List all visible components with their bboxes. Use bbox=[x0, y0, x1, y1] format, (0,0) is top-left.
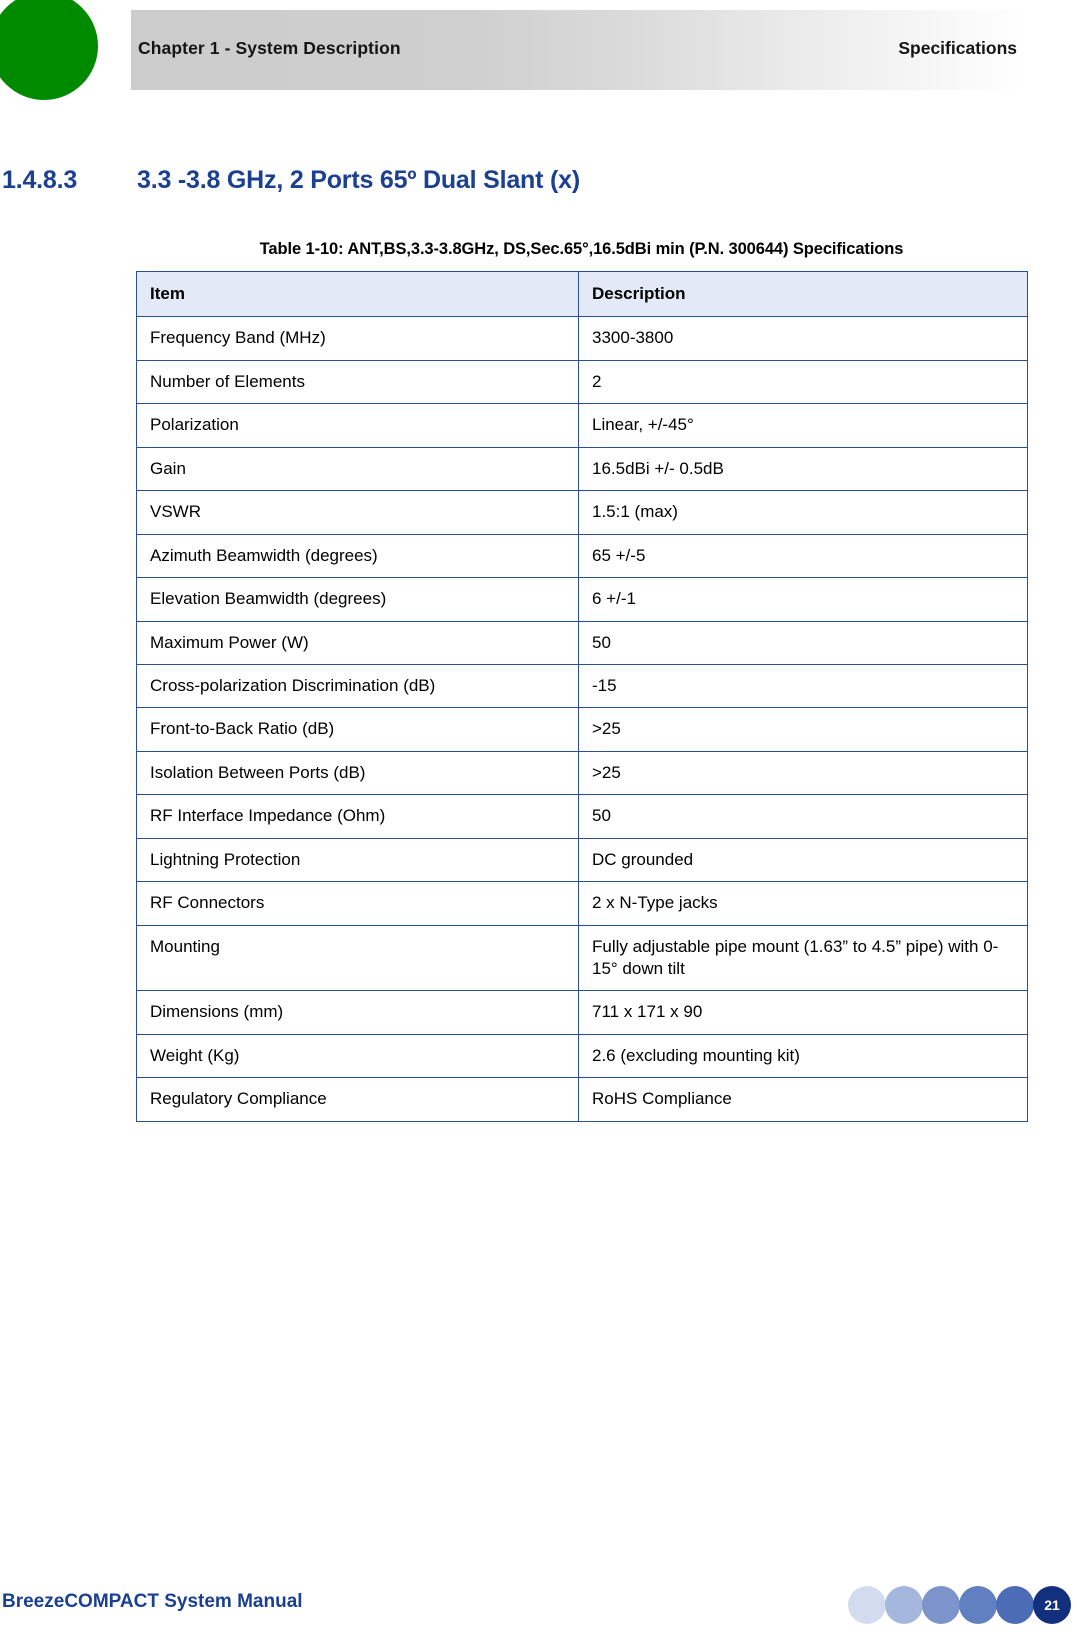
table-cell-description: Fully adjustable pipe mount (1.63” to 4.… bbox=[578, 924, 1028, 992]
table-row: Isolation Between Ports (dB) >25 bbox=[136, 750, 1028, 796]
footer-dot-2 bbox=[885, 1586, 923, 1624]
table-cell-description: Linear, +/-45° bbox=[578, 403, 1028, 448]
section-heading: 1.4.8.3 3.3 -3.8 GHz, 2 Ports 65º Dual S… bbox=[0, 166, 1040, 202]
table-caption: Table 1-10: ANT,BS,3.3-3.8GHz, DS,Sec.65… bbox=[259, 240, 904, 258]
specifications-table-block: Table 1-10: ANT,BS,3.3-3.8GHz, DS,Sec.65… bbox=[136, 240, 1028, 1122]
table-row: Dimensions (mm) 711 x 171 x 90 bbox=[136, 990, 1028, 1035]
table-cell-description: >25 bbox=[578, 707, 1028, 752]
table-header-row: Item Description bbox=[136, 270, 1028, 318]
table-cell-description: 1.5:1 (max) bbox=[578, 490, 1028, 535]
table-cell-description: 6 +/-1 bbox=[578, 577, 1028, 622]
table-row: Maximum Power (W) 50 bbox=[136, 620, 1028, 665]
table-cell-item: Frequency Band (MHz) bbox=[136, 316, 579, 361]
table-body: Frequency Band (MHz) 3300-3800 Number of E… bbox=[136, 316, 1028, 1122]
table-cell-description: 50 bbox=[578, 620, 1028, 665]
table-row: Azimuth Beamwidth (degrees) 65 +/-5 bbox=[136, 533, 1028, 579]
table-cell-item: Mounting bbox=[136, 924, 579, 992]
table-row: Gain 16.5dBi +/- 0.5dB bbox=[136, 446, 1028, 492]
section-title: 3.3 -3.8 GHz, 2 Ports 65º Dual Slant (x) bbox=[137, 166, 580, 194]
table-row: RF Interface Impedance (Ohm) 50 bbox=[136, 794, 1028, 839]
table-row: Frequency Band (MHz) 3300-3800 bbox=[136, 316, 1028, 361]
footer-dot-4 bbox=[959, 1586, 997, 1624]
table-cell-item: Dimensions (mm) bbox=[136, 990, 579, 1035]
table-cell-description: 65 +/-5 bbox=[578, 533, 1028, 579]
table-cell-item: Cross-polarization Discrimination (dB) bbox=[136, 663, 579, 709]
table-cell-item: Regulatory Compliance bbox=[136, 1077, 579, 1122]
table-cell-description: 2 x N-Type jacks bbox=[578, 881, 1028, 926]
footer-dot-3 bbox=[922, 1586, 960, 1624]
table-cell-item: Elevation Beamwidth (degrees) bbox=[136, 577, 579, 622]
table-cell-item: VSWR bbox=[136, 490, 579, 535]
section-number: 1.4.8.3 bbox=[2, 166, 78, 194]
footer-dot-1 bbox=[848, 1586, 886, 1624]
header-chapter-label: Chapter 1 - System Description bbox=[138, 38, 401, 58]
table-cell-item: Polarization bbox=[136, 403, 579, 448]
table-row: Elevation Beamwidth (degrees) 6 +/-1 bbox=[136, 577, 1028, 622]
table-cell-item: Azimuth Beamwidth (degrees) bbox=[136, 533, 579, 579]
page-footer: BreezeCOMPACT System Manual 21 bbox=[0, 1553, 1077, 1643]
table-row: Regulatory Compliance RoHS Compliance bbox=[136, 1077, 1028, 1122]
footer-dot-decoration: 21 bbox=[848, 1586, 1071, 1624]
table-cell-item: Number of Elements bbox=[136, 359, 579, 405]
table-row: Mounting Fully adjustable pipe mount (1.6… bbox=[136, 924, 1028, 992]
table-cell-description: 711 x 171 x 90 bbox=[578, 990, 1028, 1035]
table-cell-item: Maximum Power (W) bbox=[136, 620, 579, 665]
table-row: Cross-polarization Discrimination (dB) -1… bbox=[136, 663, 1028, 709]
table-cell-description: 2.6 (excluding mounting kit) bbox=[578, 1033, 1028, 1079]
table-row: Weight (Kg) 2.6 (excluding mounting kit) bbox=[136, 1033, 1028, 1079]
table-cell-item: Lightning Protection bbox=[136, 837, 579, 883]
table-cell-item: RF Connectors bbox=[136, 881, 579, 926]
footer-dot-5 bbox=[996, 1586, 1034, 1624]
table-cell-description: >25 bbox=[578, 750, 1028, 796]
table-cell-item: RF Interface Impedance (Ohm) bbox=[136, 794, 579, 839]
column-header-description: Description bbox=[578, 270, 1028, 318]
column-header-item: Item bbox=[136, 270, 579, 318]
table-cell-description: -15 bbox=[578, 663, 1028, 709]
table-cell-item: Isolation Between Ports (dB) bbox=[136, 750, 579, 796]
table-row: Polarization Linear, +/-45° bbox=[136, 403, 1028, 448]
table-cell-description: 16.5dBi +/- 0.5dB bbox=[578, 446, 1028, 492]
table-row: Lightning Protection DC grounded bbox=[136, 837, 1028, 883]
table-cell-description: RoHS Compliance bbox=[578, 1077, 1028, 1122]
page-number-badge: 21 bbox=[1033, 1586, 1071, 1624]
table-cell-item: Weight (Kg) bbox=[136, 1033, 579, 1079]
table-cell-item: Gain bbox=[136, 446, 579, 492]
page-header: Chapter 1 - System Description Specifica… bbox=[0, 0, 1077, 100]
table-cell-description: 50 bbox=[578, 794, 1028, 839]
table-cell-description: DC grounded bbox=[578, 837, 1028, 883]
table-row: Front-to-Back Ratio (dB) >25 bbox=[136, 707, 1028, 752]
specifications-table: Item Description Frequency Band (MHz) 330… bbox=[136, 270, 1028, 1122]
table-row: Number of Elements 2 bbox=[136, 359, 1028, 405]
table-cell-item: Front-to-Back Ratio (dB) bbox=[136, 707, 579, 752]
header-section-label: Specifications bbox=[898, 38, 1017, 58]
footer-manual-title: BreezeCOMPACT System Manual bbox=[2, 1591, 303, 1612]
green-circle-decoration bbox=[0, 0, 98, 100]
table-row: VSWR 1.5:1 (max) bbox=[136, 490, 1028, 535]
table-cell-description: 2 bbox=[578, 359, 1028, 405]
table-row: RF Connectors 2 x N-Type jacks bbox=[136, 881, 1028, 926]
table-cell-description: 3300-3800 bbox=[578, 316, 1028, 361]
